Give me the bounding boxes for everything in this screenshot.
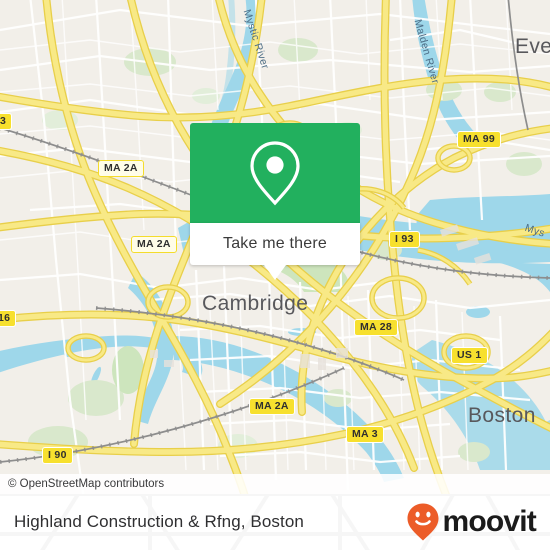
road-shield: 16: [0, 310, 17, 327]
map-screenshot: Cambridge Boston Evere Mystic River Mald…: [0, 0, 550, 550]
road-shield: 3: [0, 113, 13, 130]
footer-bar: Highland Construction & Rfng, Boston moo…: [0, 494, 550, 550]
callout-action-panel[interactable]: Take me there: [190, 223, 360, 265]
map-label-city: Boston: [468, 404, 536, 427]
moovit-brand[interactable]: moovit: [406, 502, 537, 542]
map-pin-icon: [250, 141, 300, 206]
road-shield: MA 28: [354, 319, 399, 336]
road-shield: MA 2A: [98, 160, 144, 177]
moovit-smiley-pin-icon: [407, 503, 439, 541]
road-shield: MA 2A: [131, 236, 177, 253]
map-attribution: © OpenStreetMap contributors: [0, 474, 550, 494]
road-shield: US 1: [451, 347, 488, 364]
road-shield: I 93: [389, 231, 420, 248]
road-shield: MA 2A: [249, 398, 295, 415]
road-shield: I 90: [42, 447, 73, 464]
moovit-wordmark: moovit: [442, 505, 536, 538]
map-label-city: Cambridge: [202, 292, 309, 315]
take-me-there-label: Take me there: [223, 235, 327, 252]
callout-tail: [264, 265, 286, 280]
place-title: Highland Construction & Rfng, Boston: [14, 512, 304, 531]
road-shield: MA 3: [346, 426, 384, 443]
map-label-city: Evere: [515, 35, 550, 58]
take-me-there-callout[interactable]: Take me there: [190, 123, 360, 280]
callout-icon-panel: [190, 123, 360, 223]
road-shield: MA 99: [457, 131, 502, 148]
